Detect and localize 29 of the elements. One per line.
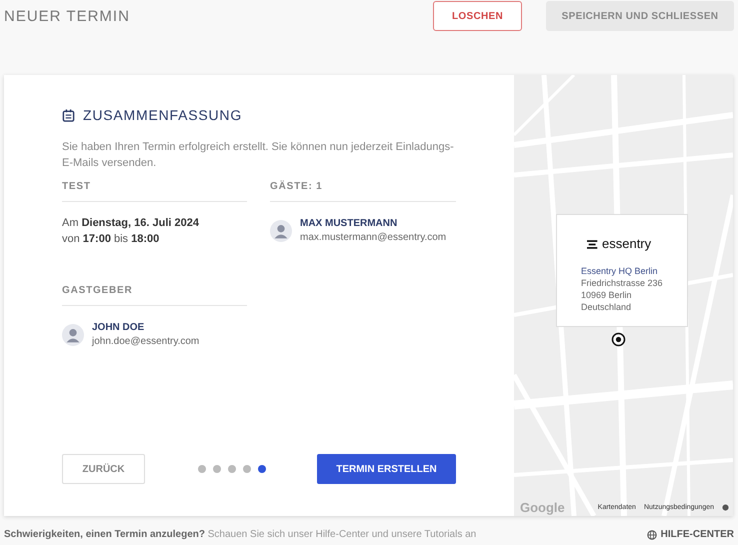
help-center-link[interactable]: HILFE-CENTER <box>646 529 734 540</box>
location-pin-icon <box>611 332 626 347</box>
person-email: max.mustermann@essentry.com <box>300 231 446 245</box>
avatar-icon <box>62 324 84 346</box>
guests-heading: GÄSTE: 1 <box>270 181 456 202</box>
logo-text: essentry <box>602 237 652 251</box>
event-heading: TEST <box>62 181 247 202</box>
globe-icon <box>646 530 657 540</box>
date-text: Am Dienstag, 16. Juli 2024 <box>62 216 200 231</box>
page-title: NEUER TERMIN <box>4 8 130 24</box>
help-text: Schwierigkeiten, einen Termin anzulegen? Schauen Sie sich unser Hilfe-Center und unsere Tutorials an <box>4 529 476 540</box>
address-line: 10969 Berlin <box>581 289 633 301</box>
person-name: JOHN DOE <box>92 321 146 335</box>
address-line: Friedrichstrasse 236 <box>581 277 664 289</box>
create-button[interactable]: TERMIN ERSTELLEN <box>317 454 456 484</box>
section-title: ZUSAMMENFASSUNG <box>83 107 242 123</box>
person-email: john.doe@essentry.com <box>92 335 200 349</box>
place-name: Essentry HQ Berlin <box>581 265 659 277</box>
host-heading: GASTGEBER <box>62 285 247 306</box>
header-button[interactable]: LOSCHEN <box>433 1 522 31</box>
time-text: von 17:00 bis 18:00 <box>62 232 160 247</box>
calendar-icon <box>62 108 75 122</box>
map-provider-logo: Google <box>520 500 565 514</box>
logo-icon <box>587 240 599 248</box>
avatar-icon <box>270 220 292 242</box>
address-line: Deutschland <box>581 301 632 313</box>
person-name: MAX MUSTERMANN <box>300 217 398 231</box>
intro-text: Sie haben Ihren Termin erfolgreich erstellt. Sie können nun jederzeit Einladungs-E-Mails versenden. <box>62 140 455 171</box>
back-button[interactable]: ZURÜCK <box>62 454 145 484</box>
